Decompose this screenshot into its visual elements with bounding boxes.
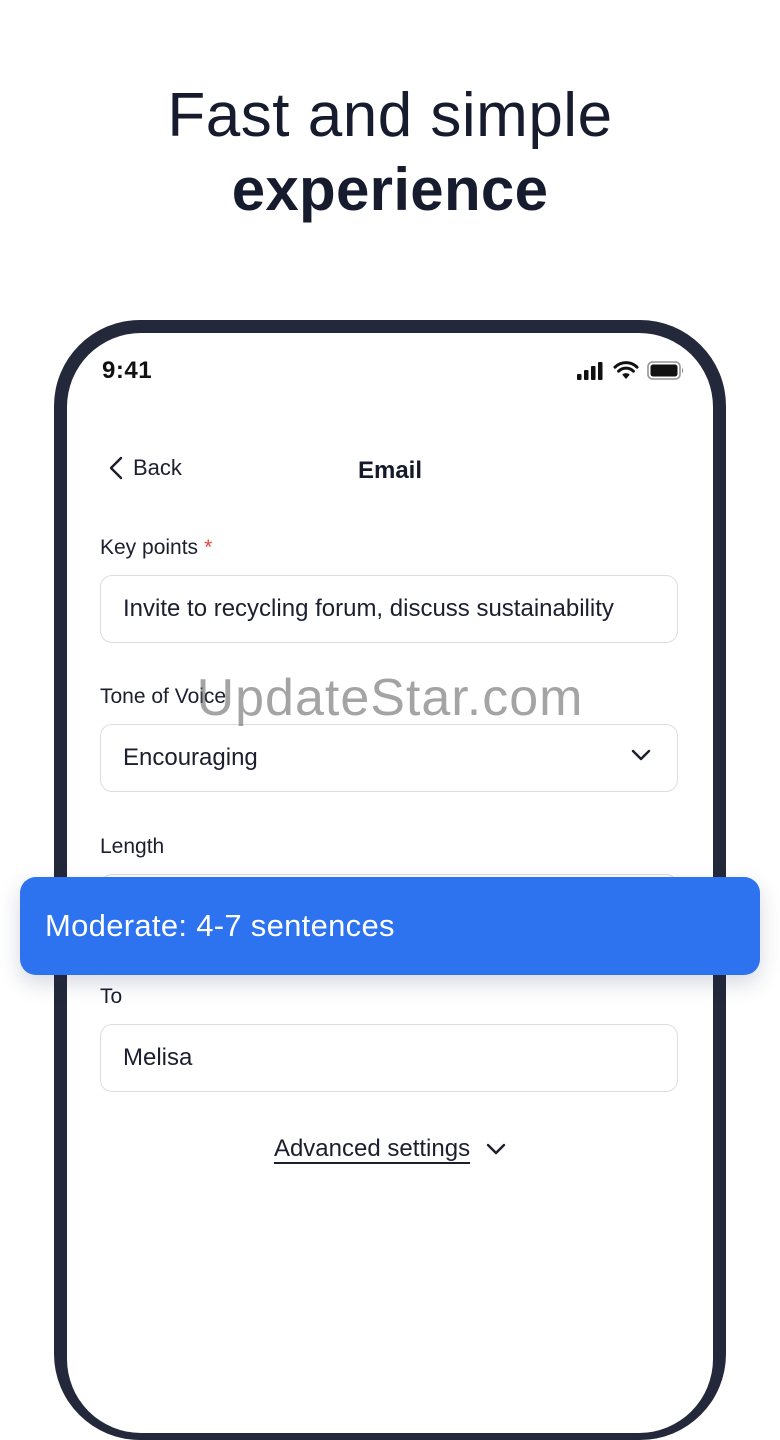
- chevron-down-icon: [486, 1143, 506, 1155]
- cellular-signal-icon: [577, 361, 603, 380]
- to-input[interactable]: Melisa: [100, 1024, 678, 1092]
- advanced-settings-label: Advanced settings: [273, 1135, 471, 1162]
- length-selected-option-banner[interactable]: Moderate: 4-7 sentences: [20, 877, 760, 975]
- key-points-input[interactable]: Invite to recycling forum, discuss susta…: [100, 575, 678, 643]
- headline-line-1: Fast and simple: [167, 81, 613, 150]
- battery-icon: [647, 361, 684, 380]
- page-title: Email: [357, 457, 423, 484]
- status-icons: [577, 361, 685, 380]
- length-selected-option: Moderate: 4-7 sentences: [45, 908, 395, 943]
- chevron-down-icon: [631, 749, 651, 761]
- headline: Fast and simple experience: [0, 80, 780, 228]
- key-points-label-text: Key points: [100, 536, 199, 559]
- key-points-value: Invite to recycling forum, discuss susta…: [123, 595, 614, 622]
- tone-of-voice-select[interactable]: Encouraging: [100, 724, 678, 792]
- navigation-bar: Back Email: [67, 453, 713, 493]
- tone-of-voice-label: Tone of Voice: [100, 685, 227, 708]
- to-value: Melisa: [123, 1044, 193, 1071]
- required-marker: *: [204, 536, 213, 559]
- tone-of-voice-value: Encouraging: [123, 744, 258, 771]
- to-label: To: [100, 985, 123, 1008]
- key-points-label: Key points *: [100, 536, 212, 560]
- advanced-settings-toggle[interactable]: Advanced settings: [67, 1135, 713, 1163]
- status-time: 9:41: [102, 357, 153, 384]
- headline-line-2: experience: [231, 156, 549, 223]
- length-label: Length: [100, 835, 165, 858]
- wifi-icon: [613, 361, 639, 379]
